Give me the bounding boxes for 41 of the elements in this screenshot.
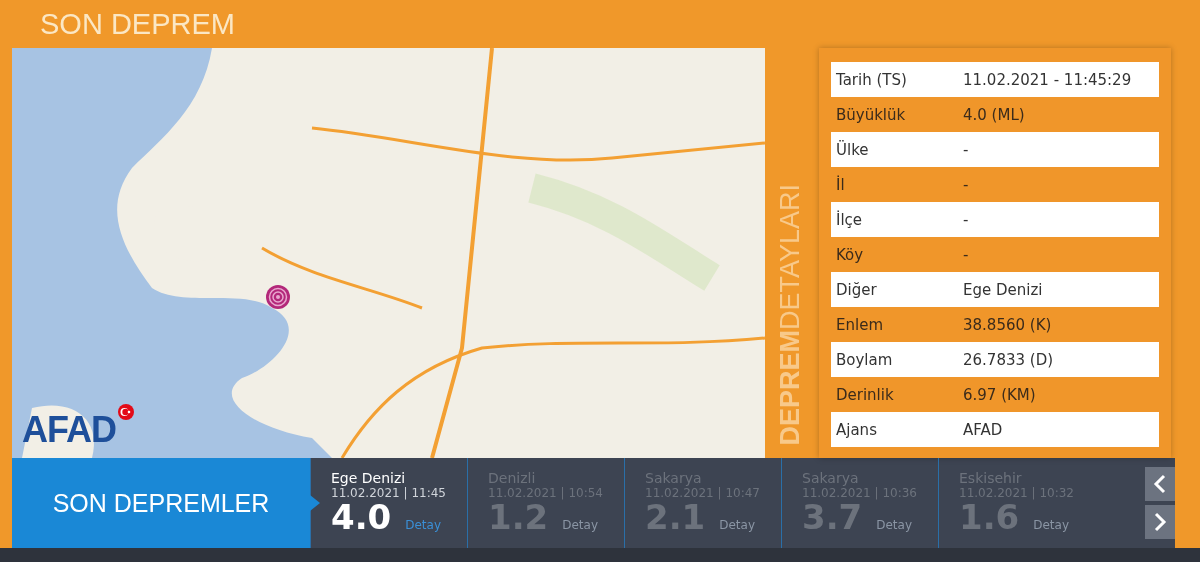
detail-label: Ülke: [836, 140, 870, 159]
quake-magnitude: 4.0: [331, 500, 392, 534]
recent-title: SON DEPREMLER: [12, 458, 310, 548]
detail-label: Boylam: [836, 350, 894, 369]
detail-value: -: [963, 245, 969, 264]
detail-label: Tarih (TS): [836, 70, 908, 89]
detail-value: 38.8560 (K): [963, 315, 1052, 334]
detail-value: 6.97 (KM): [963, 385, 1036, 404]
detail-link[interactable]: Detay: [1033, 518, 1070, 532]
detail-link[interactable]: Detay: [405, 518, 442, 532]
quake-place: Ege Denizi: [331, 470, 407, 486]
detail-label: İlçe: [836, 210, 864, 229]
detail-label: Büyüklük: [836, 105, 907, 124]
chevron-left-icon: [1153, 474, 1167, 494]
detail-value: 11.02.2021 - 11:45:29: [963, 70, 1132, 89]
pointer-icon: [310, 495, 320, 511]
detail-link[interactable]: Detay: [562, 518, 599, 532]
detail-label: Enlem: [836, 315, 884, 334]
detail-label: Ajans: [836, 420, 878, 439]
detail-value: AFAD: [963, 420, 1003, 439]
page-title: SON DEPREM: [40, 7, 235, 41]
detail-value: -: [963, 140, 969, 159]
detail-value: 4.0 (ML): [963, 105, 1025, 124]
quake-time: 11.02.2021 | 11:45: [331, 486, 447, 500]
detail-label: Derinlik: [836, 385, 895, 404]
detail-label: Köy: [836, 245, 865, 264]
logo-text: AFAD: [22, 412, 116, 448]
detail-label: İl: [836, 175, 846, 194]
flag-icon: [118, 404, 134, 420]
epicenter-marker-icon: [265, 284, 291, 310]
chevron-right-icon: [1153, 512, 1167, 532]
detail-link[interactable]: Detay: [876, 518, 913, 532]
detail-value: -: [963, 210, 969, 229]
section-label: DEPREMDETAYLARI: [774, 184, 806, 446]
detail-value: -: [963, 175, 969, 194]
detail-value: Ege Denizi: [963, 280, 1043, 299]
detail-value: 26.7833 (D): [963, 350, 1054, 369]
detail-label: Diğer: [836, 280, 878, 299]
next-button[interactable]: [1145, 505, 1175, 539]
detail-link[interactable]: Detay: [719, 518, 756, 532]
previous-button[interactable]: [1145, 467, 1175, 501]
